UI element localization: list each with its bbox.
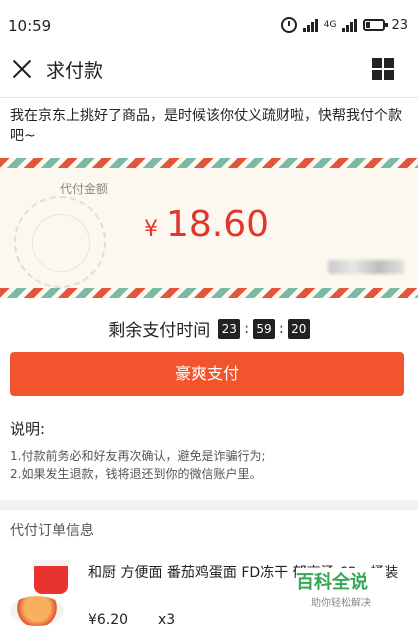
notes-title: 说明: [10, 420, 46, 438]
signal-icon-2 [342, 18, 358, 32]
section-divider [0, 500, 418, 510]
pay-button[interactable]: 豪爽支付 [10, 352, 404, 396]
watermark-title: 百科全说 [296, 572, 368, 593]
amount-label: 代付金额 [60, 182, 109, 196]
request-message: 我在京东上挑好了商品，是时候该你仗义疏财啦，快帮我付个款吧~ [10, 108, 402, 144]
amount-value: 18.60 [166, 204, 270, 245]
airmail-stripe-bottom [0, 288, 418, 298]
notes-section: 说明: 1.付款前务必和好友再次确认，避免是诈骗行为; 2.如果发生退款，钱将退… [10, 418, 408, 483]
battery-icon [363, 19, 389, 31]
amount-display: ¥ 18.60 [144, 204, 269, 245]
status-time: 10:59 [8, 17, 52, 35]
status-bar: 10:59 4G 23 [0, 0, 418, 40]
countdown-separator: : [279, 320, 284, 337]
watermark-subtitle: 助你轻松解决 [311, 598, 371, 609]
blurred-requester-name [328, 260, 404, 274]
countdown-hours: 23 [218, 318, 241, 339]
network-type: 4G [323, 20, 337, 30]
close-icon[interactable] [10, 57, 34, 81]
countdown-label: 剩余支付时间 [108, 321, 211, 341]
grid-menu-icon[interactable] [372, 58, 394, 80]
watermark-logo: 百科全说 助你轻松解决 [296, 568, 386, 609]
noodle-bowl-icon [10, 596, 64, 626]
signal-icon [302, 18, 318, 32]
nav-bar: 求付款 [0, 40, 418, 98]
postmark-stamp-icon [14, 196, 106, 288]
product-image [10, 560, 72, 630]
product-quantity: x3 [158, 612, 176, 628]
countdown-seconds: 20 [287, 318, 310, 339]
airmail-stripe-top [0, 158, 418, 168]
payment-countdown: 剩余支付时间 23 : 59 : 20 [0, 316, 418, 341]
currency-symbol: ¥ [144, 217, 158, 242]
countdown-minutes: 59 [253, 318, 275, 339]
page-title: 求付款 [46, 60, 104, 82]
noodle-cup-icon [32, 560, 70, 594]
status-icons: 4G 23 [280, 17, 408, 33]
notes-line: 1.付款前务必和好友再次确认，避免是诈骗行为; [10, 449, 266, 463]
amount-card: 代付金额 ¥ 18.60 [0, 158, 418, 298]
notes-line: 2.如果发生退款，钱将退还到你的微信账户里。 [10, 467, 262, 481]
product-price: ¥6.20 [88, 612, 129, 628]
battery-level: 23 [391, 17, 408, 33]
order-info-title: 代付订单信息 [10, 523, 94, 539]
countdown-separator: : [244, 320, 249, 337]
alarm-icon [280, 17, 297, 33]
